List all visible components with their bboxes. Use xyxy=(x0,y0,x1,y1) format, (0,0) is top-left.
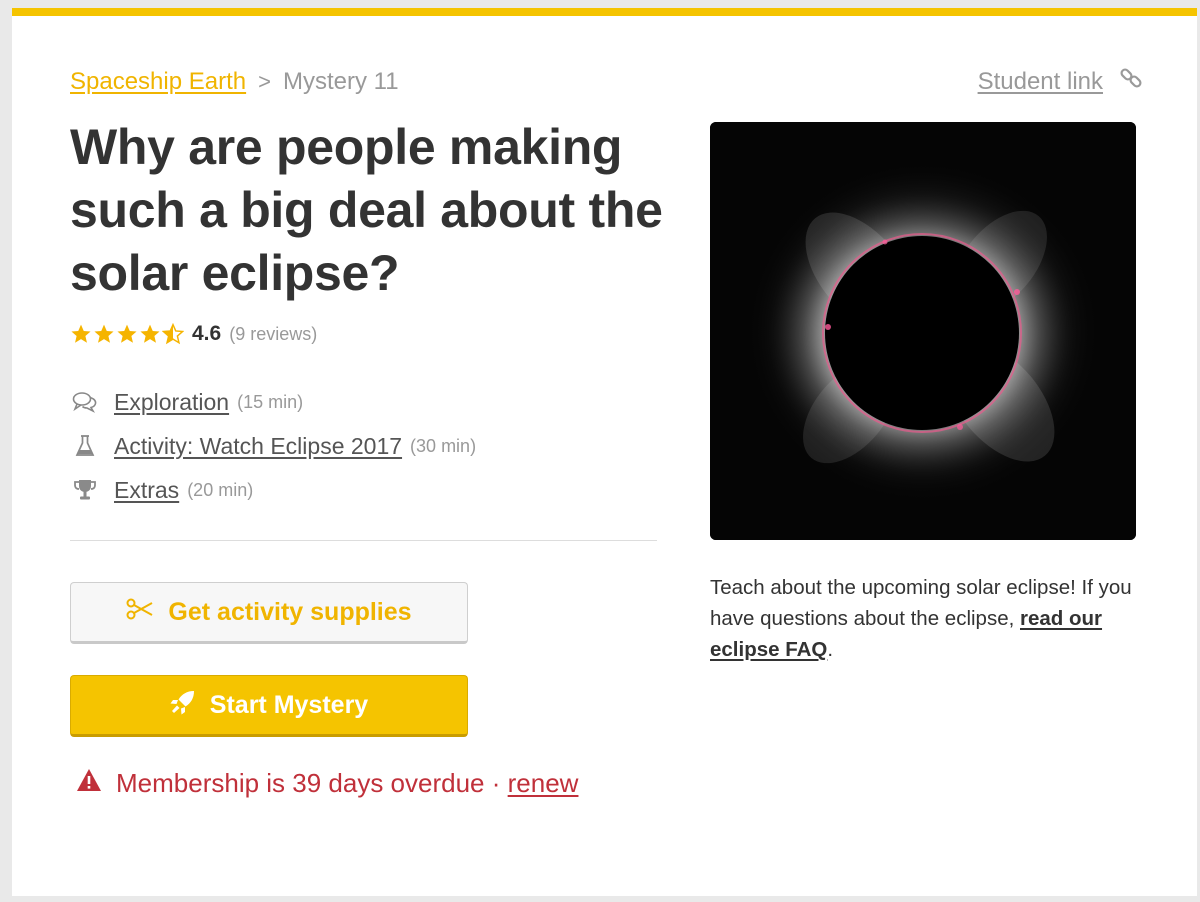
start-mystery-label: Start Mystery xyxy=(209,690,369,719)
membership-warning: Membership is 39 days overdue · renew xyxy=(76,768,578,799)
breadcrumb-spaceship-earth-link[interactable]: Spaceship Earth xyxy=(70,68,246,96)
page-title: Why are people making such a big deal ab… xyxy=(70,119,663,301)
start-mystery-button[interactable]: Start Mystery xyxy=(70,675,468,737)
part-activity: Activity: Watch Eclipse 2017 (30 min) xyxy=(70,424,476,468)
star-icon xyxy=(140,324,160,343)
part-exploration: Exploration (15 min) xyxy=(70,380,476,424)
solar-eclipse-image xyxy=(710,122,1136,540)
get-activity-supplies-button[interactable]: Get activity supplies xyxy=(70,582,468,644)
warning-triangle-icon xyxy=(76,768,102,799)
part-extras: Extras (20 min) xyxy=(70,468,476,512)
star-icon xyxy=(94,324,114,343)
get-activity-supplies-label: Get activity supplies xyxy=(168,597,412,626)
description-end: . xyxy=(827,638,834,661)
breadcrumb: Spaceship Earth > Mystery 11 xyxy=(70,68,399,96)
breadcrumb-current: Mystery 11 xyxy=(282,68,399,95)
membership-overdue-text: Membership is 39 days overdue · xyxy=(116,768,501,798)
exploration-duration: (15 min) xyxy=(237,391,304,412)
flask-icon xyxy=(70,434,100,458)
rating-stars xyxy=(70,323,184,345)
student-link-label[interactable]: Student link xyxy=(978,68,1103,96)
rating-value: 4.6 xyxy=(192,322,222,345)
mystery-description: Teach about the upcoming solar eclipse! … xyxy=(710,572,1140,665)
trophy-icon xyxy=(70,478,100,502)
breadcrumb-separator: > xyxy=(258,69,271,94)
extras-link[interactable]: Extras xyxy=(114,477,179,504)
divider xyxy=(70,540,657,541)
rating: 4.6 (9 reviews) xyxy=(70,322,317,346)
star-icon xyxy=(71,324,91,343)
scissors-icon xyxy=(126,598,154,627)
student-link[interactable]: Student link xyxy=(978,66,1143,97)
mystery-card: Spaceship Earth > Mystery 11 Student lin… xyxy=(12,8,1197,896)
exploration-link[interactable]: Exploration xyxy=(114,389,229,416)
extras-duration: (20 min) xyxy=(187,479,254,500)
activity-watch-eclipse-link[interactable]: Activity: Watch Eclipse 2017 xyxy=(114,433,402,460)
rocket-icon xyxy=(170,689,196,722)
half-star-icon xyxy=(162,323,184,345)
renew-link[interactable]: renew xyxy=(508,768,579,798)
link-icon[interactable] xyxy=(1119,66,1143,97)
activity-duration: (30 min) xyxy=(410,435,477,456)
mystery-parts-list: Exploration (15 min) Activity: Watch Ecl… xyxy=(70,380,476,512)
star-icon xyxy=(117,324,137,343)
review-count: (9 reviews) xyxy=(229,323,318,344)
speech-bubbles-icon xyxy=(70,391,100,413)
